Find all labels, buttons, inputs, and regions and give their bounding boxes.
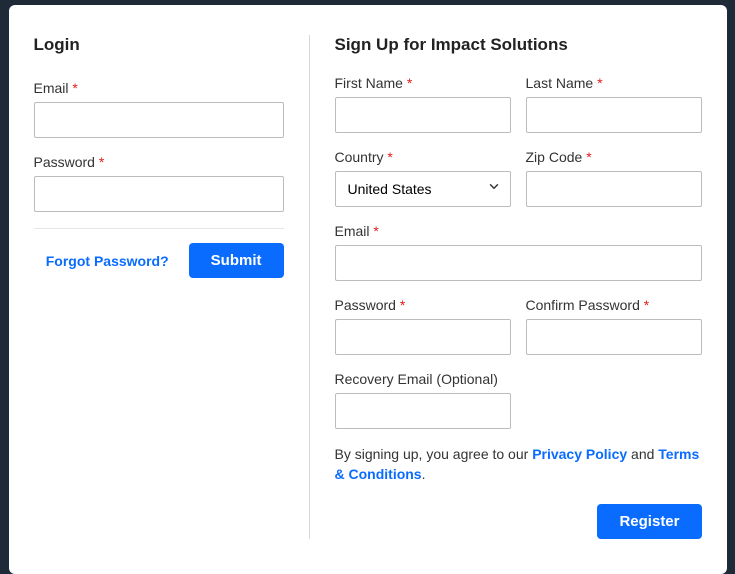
required-mark: * — [72, 80, 77, 96]
login-password-label: Password * — [34, 154, 284, 170]
required-mark: * — [99, 154, 104, 170]
login-panel: Login Email * Password * Forgot Password… — [34, 35, 309, 539]
recovery-email-input[interactable] — [335, 393, 511, 429]
required-mark: * — [407, 75, 412, 91]
signup-password-input[interactable] — [335, 319, 511, 355]
register-actions: Register — [335, 504, 702, 539]
signup-email-label: Email * — [335, 223, 702, 239]
login-email-input[interactable] — [34, 102, 284, 138]
login-email-group: Email * — [34, 80, 284, 138]
login-divider — [34, 228, 284, 229]
login-actions: Forgot Password? Submit — [34, 243, 284, 278]
zip-group: Zip Code * — [526, 149, 702, 207]
country-label: Country * — [335, 149, 511, 165]
required-mark: * — [644, 297, 649, 313]
last-name-group: Last Name * — [526, 75, 702, 133]
required-mark: * — [373, 223, 378, 239]
last-name-label: Last Name * — [526, 75, 702, 91]
signup-email-group: Email * — [335, 223, 702, 281]
signup-panel: Sign Up for Impact Solutions First Name … — [309, 35, 702, 539]
country-select[interactable]: United States — [335, 171, 511, 207]
confirm-password-group: Confirm Password * — [526, 297, 702, 355]
recovery-email-group: Recovery Email (Optional) — [335, 371, 511, 429]
required-mark: * — [586, 149, 591, 165]
country-group: Country * United States — [335, 149, 511, 207]
required-mark: * — [597, 75, 602, 91]
zip-input[interactable] — [526, 171, 702, 207]
agreement-text: By signing up, you agree to our Privacy … — [335, 445, 702, 484]
first-name-input[interactable] — [335, 97, 511, 133]
first-name-label: First Name * — [335, 75, 511, 91]
required-mark: * — [400, 297, 405, 313]
signup-password-label: Password * — [335, 297, 511, 313]
submit-button[interactable]: Submit — [189, 243, 284, 278]
privacy-policy-link[interactable]: Privacy Policy — [532, 446, 627, 462]
signup-email-input[interactable] — [335, 245, 702, 281]
signup-password-group: Password * — [335, 297, 511, 355]
last-name-input[interactable] — [526, 97, 702, 133]
auth-card: Login Email * Password * Forgot Password… — [9, 5, 727, 574]
zip-label: Zip Code * — [526, 149, 702, 165]
confirm-password-input[interactable] — [526, 319, 702, 355]
confirm-password-label: Confirm Password * — [526, 297, 702, 313]
signup-title: Sign Up for Impact Solutions — [335, 35, 702, 55]
login-password-input[interactable] — [34, 176, 284, 212]
forgot-password-link[interactable]: Forgot Password? — [46, 253, 169, 269]
required-mark: * — [387, 149, 392, 165]
register-button[interactable]: Register — [597, 504, 701, 539]
login-title: Login — [34, 35, 284, 55]
recovery-email-label: Recovery Email (Optional) — [335, 371, 511, 387]
login-password-group: Password * — [34, 154, 284, 212]
login-email-label: Email * — [34, 80, 284, 96]
first-name-group: First Name * — [335, 75, 511, 133]
